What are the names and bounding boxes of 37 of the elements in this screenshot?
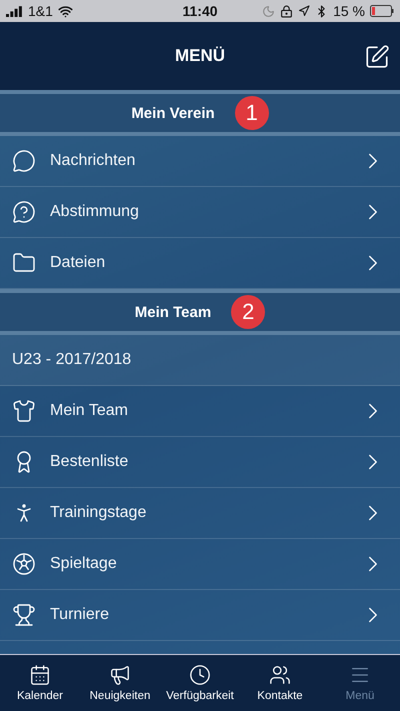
location-arrow-icon — [298, 5, 310, 17]
wifi-icon — [58, 4, 73, 18]
menu-item[interactable]: Nachrichten — [0, 136, 400, 187]
menu-item[interactable]: Turniere — [0, 590, 400, 641]
menu-item[interactable]: Spieltage — [0, 539, 400, 590]
clock-icon — [189, 664, 211, 686]
section-title: Mein Verein — [131, 104, 215, 122]
question-bubble-icon — [12, 200, 36, 224]
tab[interactable]: Verfügbarkeit — [160, 655, 240, 711]
tab[interactable]: Neuigkeiten — [80, 655, 160, 711]
shirt-icon — [12, 399, 36, 423]
clock-time: 11:40 — [182, 3, 218, 19]
people-icon — [269, 664, 291, 686]
number-badge: 2 — [231, 295, 266, 329]
menu-item[interactable]: Mein Team — [0, 386, 400, 437]
section-title: Mein Team — [134, 304, 212, 320]
tab[interactable]: Kontakte — [240, 655, 320, 711]
lock-icon — [280, 4, 294, 18]
tab[interactable]: Menü — [320, 655, 400, 711]
menu-item[interactable]: Bestenliste — [0, 437, 400, 488]
battery-icon — [370, 5, 394, 17]
menu-item[interactable]: Abstimmung — [0, 187, 400, 238]
soccer-ball-icon — [12, 552, 36, 576]
edit-button[interactable] — [364, 44, 390, 70]
battery-percent: 15 % — [333, 3, 366, 19]
megaphone-icon — [109, 664, 131, 686]
calendar-icon — [29, 664, 51, 686]
number-badge: 1 — [234, 96, 269, 130]
chat-bubble-icon — [12, 149, 36, 173]
team-season-row: U23 - 2017/2018 — [0, 335, 400, 386]
page-title: MENÜ — [174, 46, 226, 66]
carrier-name: 1&1 — [28, 3, 53, 19]
trophy-icon — [12, 603, 36, 627]
signal-icon — [6, 6, 23, 16]
menu-item[interactable]: Trainingstage — [0, 488, 400, 539]
tab[interactable]: Kalender — [0, 655, 80, 711]
moon-icon — [262, 4, 276, 18]
